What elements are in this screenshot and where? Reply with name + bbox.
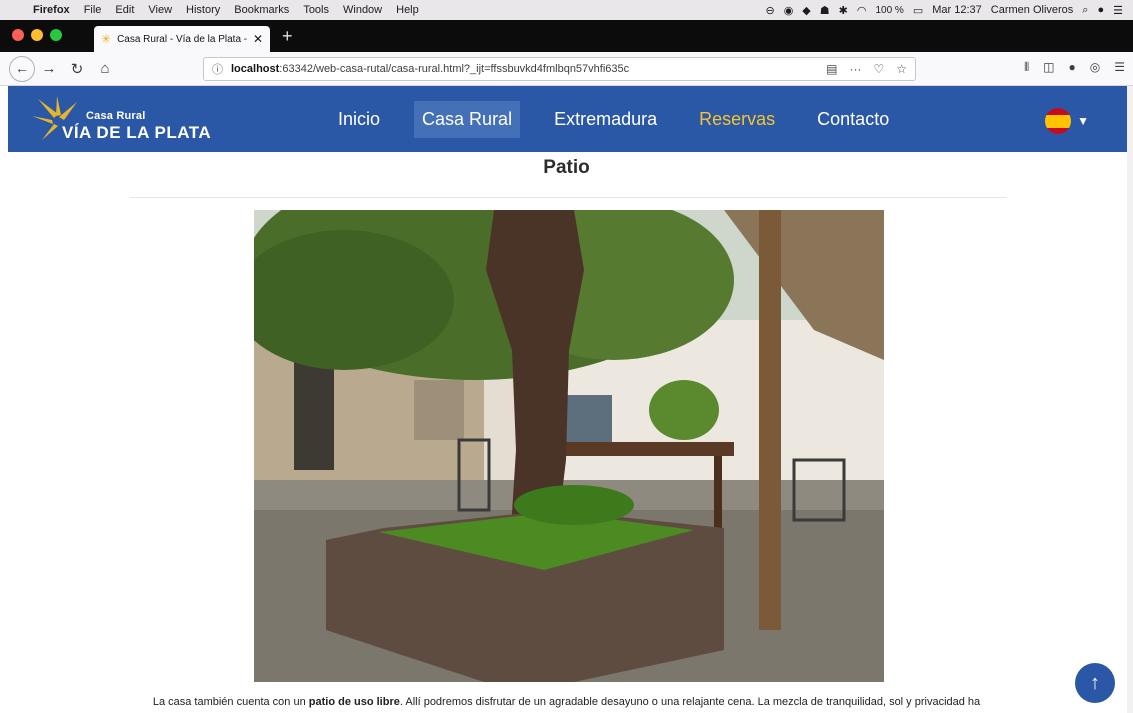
menu-icon[interactable]: ☰ xyxy=(1114,60,1125,75)
description-end: . Allí podremos disfrutar de un agradabl… xyxy=(399,696,981,708)
page-actions-icon[interactable]: ··· xyxy=(849,62,861,76)
bluetooth-icon[interactable]: ✱ xyxy=(839,4,848,17)
clock[interactable]: Mar 12:37 xyxy=(932,4,982,16)
menu-edit[interactable]: Edit xyxy=(108,4,141,16)
user-icon[interactable]: ☗ xyxy=(820,4,830,17)
back-button[interactable]: ← xyxy=(9,55,35,82)
section-heading: Patio xyxy=(543,157,590,178)
logo-subtitle: Casa Rural xyxy=(86,110,146,122)
navigation-toolbar: ← → ↻ ⌂ ⓘ localhost :63342/web-casa-ruta… xyxy=(0,52,1133,86)
extension-icon[interactable]: ● xyxy=(1069,60,1076,75)
scroll-to-top-button[interactable]: ↑ xyxy=(1075,663,1115,703)
menu-file[interactable]: File xyxy=(77,4,109,16)
logo-title: VÍA DE LA PLATA xyxy=(62,123,212,142)
menu-app-firefox[interactable]: Firefox xyxy=(26,4,77,16)
menu-bookmarks[interactable]: Bookmarks xyxy=(227,4,296,16)
patio-photo xyxy=(254,210,884,682)
account-icon[interactable]: ◎ xyxy=(1090,60,1100,75)
menu-help[interactable]: Help xyxy=(389,4,426,16)
zoom-window-button[interactable] xyxy=(50,29,62,41)
description-text: La casa también cuenta con un patio de u… xyxy=(0,696,1133,708)
tab-casa-rural[interactable]: ✳ Casa Rural - Vía de la Plata - C ✕ xyxy=(94,26,270,52)
cloud-icon[interactable]: ◆ xyxy=(802,4,810,17)
favicon-icon: ✳ xyxy=(101,32,112,46)
caret-down-icon: ▼ xyxy=(1077,114,1089,128)
page-scrollbar[interactable] xyxy=(1127,86,1133,713)
site-header: Casa Rural VÍA DE LA PLATA Inicio Casa R… xyxy=(8,86,1129,152)
menu-history[interactable]: History xyxy=(179,4,227,16)
description-bold: patio de uso libre xyxy=(308,696,400,708)
description-start: La casa también cuenta con un xyxy=(152,696,309,708)
siri-icon[interactable]: ● xyxy=(1097,4,1104,16)
url-host: localhost xyxy=(231,63,280,75)
minimize-window-button[interactable] xyxy=(31,29,43,41)
eye-icon[interactable]: ◉ xyxy=(784,4,794,17)
sidebar-icon[interactable]: ◫ xyxy=(1043,60,1054,75)
library-icon[interactable]: ⫴ xyxy=(1024,60,1029,75)
nav-reservas[interactable]: Reservas xyxy=(691,101,783,138)
new-tab-button[interactable]: + xyxy=(270,26,303,52)
menu-tools[interactable]: Tools xyxy=(296,4,336,16)
menu-view[interactable]: View xyxy=(141,4,179,16)
wifi-icon[interactable]: ◠ xyxy=(857,4,867,17)
nav-extremadura[interactable]: Extremadura xyxy=(546,101,665,138)
url-bar[interactable]: ⓘ localhost :63342/web-casa-rutal/casa-r… xyxy=(203,57,916,81)
menu-window[interactable]: Window xyxy=(336,4,389,16)
notification-center-icon[interactable]: ☰ xyxy=(1113,4,1123,17)
close-window-button[interactable] xyxy=(12,29,24,41)
reload-button[interactable]: ↻ xyxy=(63,60,91,78)
nav-inicio[interactable]: Inicio xyxy=(330,101,388,138)
battery-percent: 100 % xyxy=(875,4,904,16)
url-path: :63342/web-casa-rutal/casa-rural.html?_i… xyxy=(279,63,630,75)
arrow-up-icon: ↑ xyxy=(1090,671,1100,694)
heading-divider xyxy=(130,197,1007,198)
spotlight-search-icon[interactable]: ⌕ xyxy=(1082,4,1088,17)
close-tab-icon[interactable]: ✕ xyxy=(253,32,263,46)
pocket-icon[interactable]: ♡ xyxy=(873,62,884,76)
nav-casa-rural[interactable]: Casa Rural xyxy=(414,100,521,138)
forward-button[interactable]: → xyxy=(35,60,63,77)
tab-strip: ✳ Casa Rural - Vía de la Plata - C ✕ + xyxy=(0,20,1133,52)
language-selector[interactable]: ▼ xyxy=(1045,108,1089,134)
bookmark-star-icon[interactable]: ☆ xyxy=(896,62,907,76)
spain-flag-icon xyxy=(1045,108,1072,134)
battery-icon[interactable]: ▭ xyxy=(913,4,923,17)
site-logo[interactable]: Casa Rural VÍA DE LA PLATA xyxy=(32,96,211,144)
nav-contacto[interactable]: Contacto xyxy=(809,101,897,138)
mac-menu-bar: Firefox File Edit View History Bookmarks… xyxy=(0,0,1133,20)
user-name[interactable]: Carmen Oliveros xyxy=(991,4,1074,16)
screen-share-icon[interactable]: ⊖ xyxy=(765,4,774,17)
main-nav: Inicio Casa Rural Extremadura Reservas C… xyxy=(330,86,923,152)
site-info-icon[interactable]: ⓘ xyxy=(212,61,223,77)
window-controls xyxy=(0,29,72,52)
reader-view-icon[interactable]: ▤ xyxy=(826,62,837,76)
home-button[interactable]: ⌂ xyxy=(91,60,119,77)
tab-title: Casa Rural - Vía de la Plata - C xyxy=(117,33,249,45)
